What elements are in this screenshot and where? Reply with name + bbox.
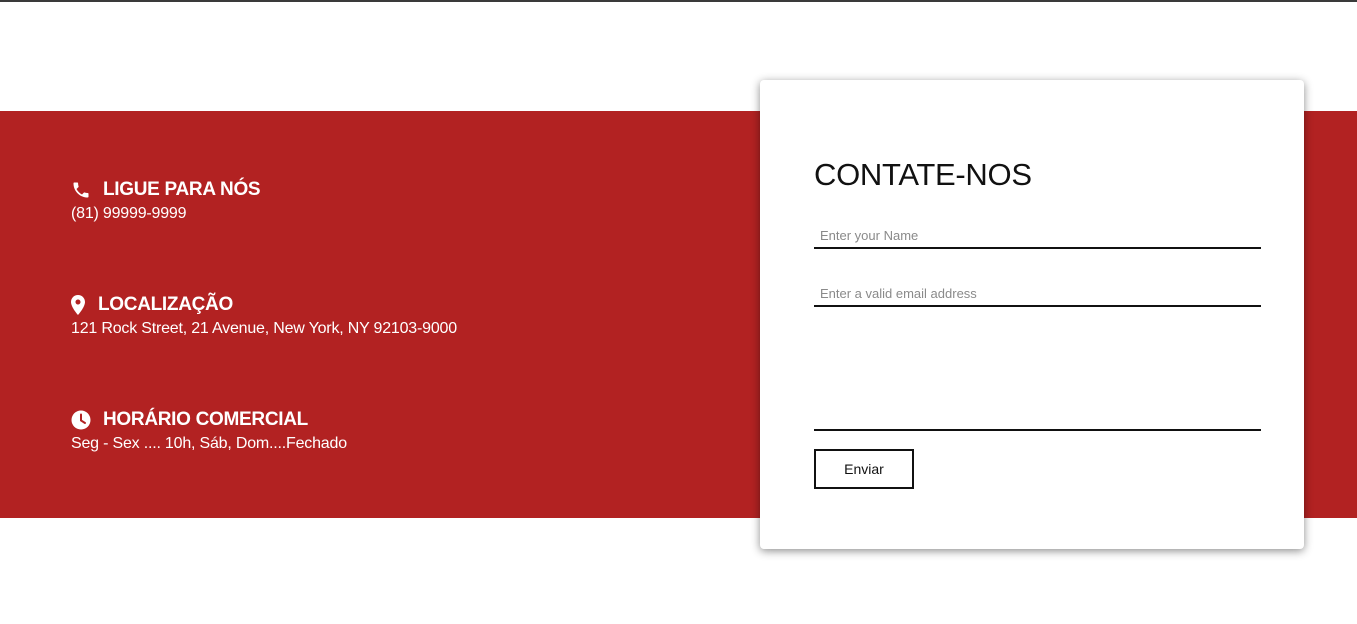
info-business-hours: HORÁRIO COMERCIAL Seg - Sex .... 10h, Sá… bbox=[71, 408, 347, 453]
info-location: LOCALIZAÇÃO 121 Rock Street, 21 Avenue, … bbox=[71, 293, 457, 338]
info-business-hours-title: HORÁRIO COMERCIAL bbox=[103, 409, 308, 430]
email-input[interactable] bbox=[814, 281, 1261, 307]
info-location-address: 121 Rock Street, 21 Avenue, New York, NY… bbox=[71, 320, 457, 337]
top-divider bbox=[0, 0, 1357, 2]
info-call-us-phone: (81) 99999-9999 bbox=[71, 205, 187, 222]
map-pin-icon bbox=[71, 295, 85, 315]
contact-form-title: CONTATE-NOS bbox=[814, 157, 1032, 192]
info-location-title: LOCALIZAÇÃO bbox=[98, 294, 233, 315]
submit-button[interactable]: Enviar bbox=[814, 449, 914, 489]
info-business-hours-text: Seg - Sex .... 10h, Sáb, Dom....Fechado bbox=[71, 435, 347, 452]
clock-icon bbox=[71, 410, 91, 430]
contact-section: LIGUE PARA NÓS (81) 99999-9999 LOCALIZAÇ… bbox=[0, 0, 1357, 624]
phone-icon bbox=[71, 180, 91, 200]
info-call-us-title: LIGUE PARA NÓS bbox=[103, 179, 261, 200]
info-call-us: LIGUE PARA NÓS (81) 99999-9999 bbox=[71, 178, 261, 223]
message-textarea[interactable] bbox=[814, 328, 1261, 431]
name-input[interactable] bbox=[814, 223, 1261, 249]
contact-form-card: CONTATE-NOS Enviar bbox=[760, 80, 1304, 549]
